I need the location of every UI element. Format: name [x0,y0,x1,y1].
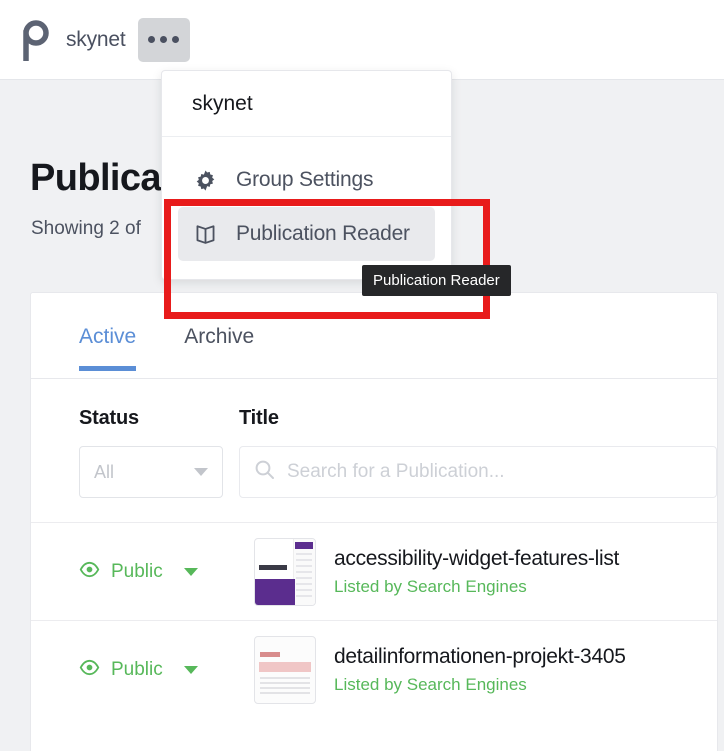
thumb-sidebar-rows [296,552,312,601]
p-logo-icon[interactable] [22,18,56,62]
dropdown-items: Group Settings Publication Reader [162,137,451,261]
publication-title[interactable]: accessibility-widget-features-list [334,547,619,571]
search-icon [254,459,275,485]
title-column-header: Title [239,407,279,429]
thumb-color-block [255,578,295,605]
thumb-header-band [259,661,311,672]
kebab-dot-2 [160,36,167,43]
gear-icon [192,167,218,193]
status-filter-column: Status All [79,407,239,498]
thumb-logo [259,564,287,570]
thumb-text-lines [260,676,310,695]
publication-title[interactable]: detailinformationen-projekt-3405 [334,645,626,669]
publication-reader-tooltip: Publication Reader [362,265,511,296]
tab-archive[interactable]: Archive [184,325,254,371]
group-menu-dropdown: skynet Group Settings Publication Reader [161,70,452,280]
status-filter-select[interactable]: All [79,446,223,498]
publication-meta: accessibility-widget-features-list Liste… [334,547,619,597]
eye-icon [79,559,100,585]
book-icon [192,221,218,247]
status-column-header: Status [79,407,139,429]
publications-card: Active Archive Status All Title Search f… [30,292,718,751]
chevron-down-icon [194,468,208,476]
publication-list: Public accessibility-widget-features-lis… [31,522,717,718]
publication-listing-status: Listed by Search Engines [334,576,527,596]
tab-active[interactable]: Active [79,325,137,371]
publication-thumbnail[interactable] [254,635,316,704]
menu-item-group-settings[interactable]: Group Settings [178,153,435,207]
page-subtitle: Showing 2 of [31,218,141,239]
menu-item-label: Group Settings [236,168,374,191]
group-name-label: skynet [66,27,126,51]
publication-meta: detailinformationen-projekt-3405 Listed … [334,645,626,695]
chevron-down-icon [183,567,198,576]
table-row[interactable]: Public accessibility-widget-features-lis… [31,522,717,620]
chevron-down-icon [183,665,198,674]
eye-icon [79,657,100,683]
row-status-label: Public [111,658,163,680]
group-menu-button[interactable] [137,17,190,62]
row-status-label: Public [111,560,163,582]
dropdown-header-label: skynet [162,71,451,137]
kebab-dot-1 [148,36,155,43]
menu-item-publication-reader[interactable]: Publication Reader [178,207,435,261]
publication-thumbnail[interactable] [254,537,316,606]
row-status-selector[interactable]: Public [79,559,254,585]
status-filter-value: All [94,461,115,482]
page-title: Publica [30,157,162,199]
app-header: skynet [0,0,724,80]
thumb-logo [260,651,280,657]
search-placeholder: Search for a Publication... [287,461,505,482]
filter-row: Status All Title Search for a Publicatio… [31,379,717,498]
search-input[interactable]: Search for a Publication... [239,446,717,498]
table-row[interactable]: Public detailinformationen-projekt-3405 … [31,620,717,718]
publication-tabs: Active Archive [31,293,717,379]
publication-listing-status: Listed by Search Engines [334,674,527,694]
menu-item-label: Publication Reader [236,222,410,245]
row-status-selector[interactable]: Public [79,657,254,683]
title-filter-column: Title Search for a Publication... [239,407,717,498]
kebab-dot-3 [172,36,179,43]
thumb-sidebar-top [295,541,313,549]
